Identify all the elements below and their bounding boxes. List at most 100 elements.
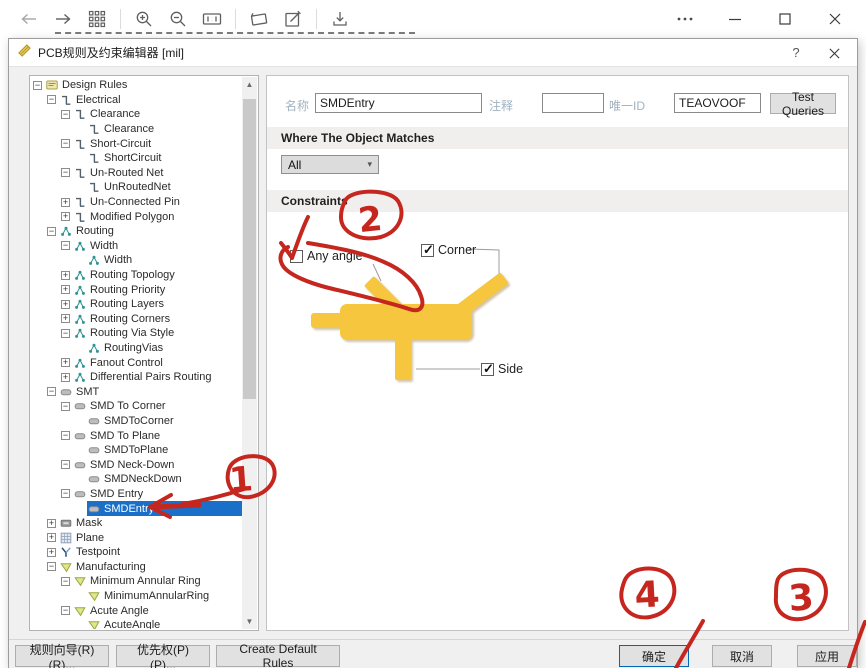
tree-item-smd-to-corner[interactable]: −SMD To Corner [31,399,242,414]
tree-item-un-connected-pin[interactable]: +Un-Connected Pin [31,195,242,210]
collapse-icon[interactable]: − [61,431,70,440]
scrollbar-thumb[interactable] [243,99,256,399]
unique-id-input[interactable] [674,93,761,113]
corner-checkbox[interactable] [421,244,434,257]
collapse-icon[interactable]: − [47,227,56,236]
comment-input[interactable] [542,93,604,113]
close-icon[interactable] [823,7,847,31]
maximize-icon[interactable] [773,7,797,31]
tree-item-width[interactable]: −Width [31,239,242,254]
tree-item-routing-topology[interactable]: +Routing Topology [31,268,242,283]
minimize-icon[interactable] [723,7,747,31]
expand-icon[interactable]: + [61,198,70,207]
tree-item-short-circuit[interactable]: −Short-Circuit [31,136,242,151]
collapse-icon[interactable]: − [47,95,56,104]
tree-item-modified-polygon[interactable]: +Modified Polygon [31,209,242,224]
collapse-icon[interactable]: − [61,489,70,498]
name-input[interactable] [315,93,482,113]
scroll-up-icon[interactable]: ▲ [242,77,257,92]
expand-icon[interactable]: + [61,358,70,367]
create-default-rules-button[interactable]: Create Default Rules [216,645,340,667]
tree-item-smd-entry[interactable]: −SMD Entry [31,487,242,502]
test-queries-button[interactable]: Test Queries [770,93,836,114]
scope-value: All [288,158,301,172]
side-checkbox[interactable] [481,363,494,376]
tree-item-shortcircuit[interactable]: ShortCircuit [31,151,242,166]
expand-icon[interactable]: + [61,285,70,294]
dialog-titlebar[interactable]: PCB规则及约束编辑器 [mil] ? [9,39,857,67]
tree-item-routing-via-style[interactable]: −Routing Via Style [31,326,242,341]
tree-item-smd-to-plane[interactable]: −SMD To Plane [31,428,242,443]
scope-dropdown[interactable]: All ▾ [281,155,379,174]
collapse-icon[interactable]: − [61,329,70,338]
download-icon[interactable] [328,7,352,31]
tree-item-mask[interactable]: +Mask [31,516,242,531]
tree-item-routingvias[interactable]: RoutingVias [31,341,242,356]
help-button[interactable]: ? [787,44,805,62]
expand-icon[interactable]: + [47,548,56,557]
tree-item-differential-pairs-routing[interactable]: +Differential Pairs Routing [31,370,242,385]
expand-icon[interactable]: + [47,519,56,528]
more-icon[interactable] [673,7,697,31]
tree-item-fanout-control[interactable]: +Fanout Control [31,355,242,370]
tree-item-clearance[interactable]: Clearance [31,122,242,137]
tree-item-design-rules[interactable]: −Design Rules [31,78,242,93]
ok-button[interactable]: 确定 [619,645,689,667]
tree-item-acuteangle[interactable]: AcuteAngle [31,618,242,629]
forward-icon[interactable] [51,7,75,31]
rule-wizard-button[interactable]: 规则向导(R) (R)... [15,645,109,667]
tree-item-routing-corners[interactable]: +Routing Corners [31,312,242,327]
expand-icon[interactable]: + [61,271,70,280]
tree-item-smdtocorner[interactable]: SMDToCorner [31,414,242,429]
tree-item-smdneckdown[interactable]: SMDNeckDown [31,472,242,487]
tree-item-smdtoplane[interactable]: SMDToPlane [31,443,242,458]
dialog-close-icon[interactable] [825,44,843,62]
zoom-in-icon[interactable] [132,7,156,31]
grid-icon[interactable] [85,7,109,31]
expand-icon[interactable]: + [61,300,70,309]
tree-item-testpoint[interactable]: +Testpoint [31,545,242,560]
board-outline-icon[interactable] [247,7,271,31]
tree-item-routing-priority[interactable]: +Routing Priority [31,282,242,297]
priorities-button[interactable]: 优先权(P) (P)... [116,645,210,667]
collapse-icon[interactable]: − [61,460,70,469]
collapse-icon[interactable]: − [61,577,70,586]
expand-icon[interactable]: + [61,314,70,323]
tree-item-plane[interactable]: +Plane [31,530,242,545]
tree-item-manufacturing[interactable]: −Manufacturing [31,560,242,575]
tree-item-routing-layers[interactable]: +Routing Layers [31,297,242,312]
tree-item-electrical[interactable]: −Electrical [31,93,242,108]
tree-item-minimum-annular-ring[interactable]: −Minimum Annular Ring [31,574,242,589]
expand-icon[interactable]: + [47,533,56,542]
apply-button[interactable]: 应用 [797,645,857,667]
tree-item-width[interactable]: Width [31,253,242,268]
tree-item-acute-angle[interactable]: −Acute Angle [31,603,242,618]
tree-item-smdentry[interactable]: SMDEntry [31,501,242,516]
any-angle-checkbox[interactable] [290,250,303,263]
tree-item-un-routed-net[interactable]: −Un-Routed Net [31,166,242,181]
back-icon[interactable] [17,7,41,31]
tree-item-smd-neck-down[interactable]: −SMD Neck-Down [31,457,242,472]
expand-icon[interactable]: + [61,373,70,382]
tree-item-routing[interactable]: −Routing [31,224,242,239]
collapse-icon[interactable]: − [33,81,42,90]
cancel-button[interactable]: 取消 [712,645,772,667]
collapse-icon[interactable]: − [47,387,56,396]
one-to-one-icon[interactable] [200,7,224,31]
zoom-out-icon[interactable] [166,7,190,31]
tree-item-smt[interactable]: −SMT [31,384,242,399]
tree-scrollbar[interactable]: ▲ ▼ [242,77,257,629]
edit-icon[interactable] [281,7,305,31]
collapse-icon[interactable]: − [61,110,70,119]
expand-icon[interactable]: + [61,212,70,221]
collapse-icon[interactable]: − [47,562,56,571]
collapse-icon[interactable]: − [61,606,70,615]
collapse-icon[interactable]: − [61,168,70,177]
scroll-down-icon[interactable]: ▼ [242,614,257,629]
tree-item-unroutednet[interactable]: UnRoutedNet [31,180,242,195]
collapse-icon[interactable]: − [61,241,70,250]
collapse-icon[interactable]: − [61,139,70,148]
tree-item-minimumannularring[interactable]: MinimumAnnularRing [31,589,242,604]
collapse-icon[interactable]: − [61,402,70,411]
tree-item-clearance[interactable]: −Clearance [31,107,242,122]
